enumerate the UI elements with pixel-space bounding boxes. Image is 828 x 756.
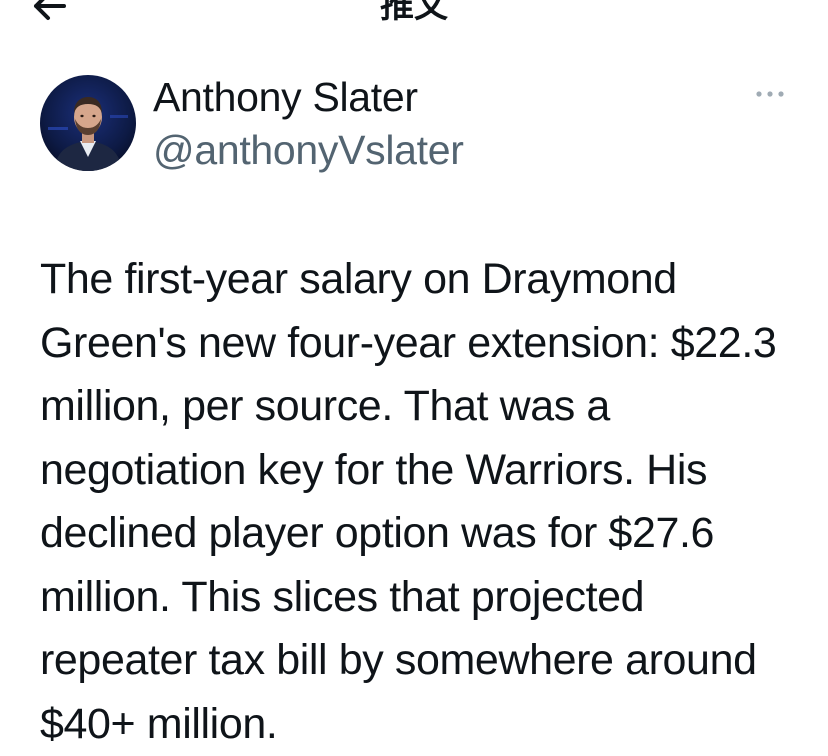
user-avatar-image [40,75,136,171]
author-name[interactable]: Anthony Slater [153,74,418,120]
page-title: 推文 [380,0,448,25]
more-horizontal-icon [756,91,784,97]
avatar[interactable] [40,75,136,171]
top-navigation-bar: 推文 [0,0,828,30]
tweet-text: The first-year salary on Draymond Green'… [40,255,777,748]
more-options-button[interactable] [752,84,788,104]
author-handle[interactable]: @anthonyVslater [153,127,464,173]
